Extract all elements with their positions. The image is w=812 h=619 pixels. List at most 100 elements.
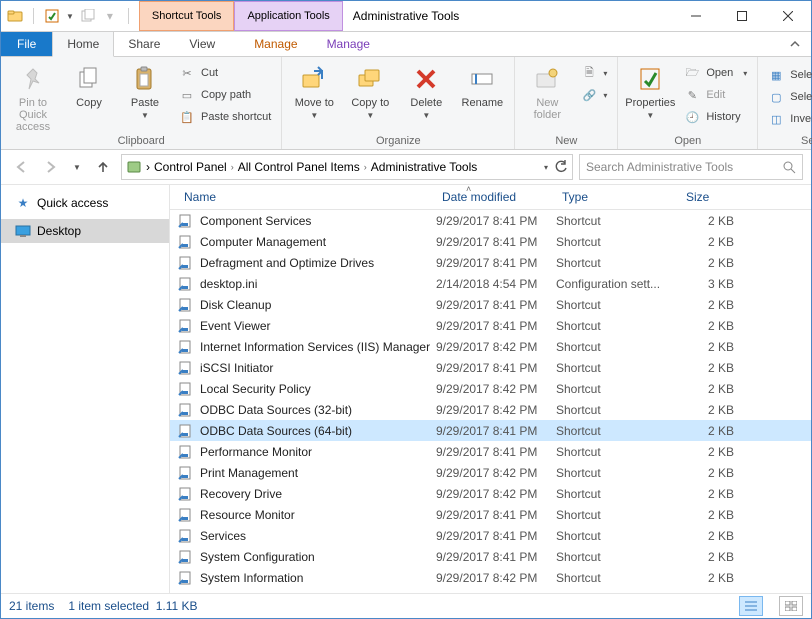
file-size: 2 KB xyxy=(680,424,750,438)
chevron-down-icon: ▼ xyxy=(422,111,430,120)
file-row[interactable]: Defragment and Optimize Drives9/29/2017 … xyxy=(170,252,811,273)
column-header-name[interactable]: Name xyxy=(178,190,436,204)
tab-manage-application[interactable]: Manage xyxy=(313,32,385,56)
properties-qat-icon[interactable] xyxy=(44,8,60,24)
select-none-button[interactable]: ▢Select none xyxy=(764,87,812,107)
paste-button[interactable]: Paste ▼ xyxy=(119,59,171,120)
file-row[interactable]: System Configuration9/29/2017 8:41 PMSho… xyxy=(170,546,811,567)
search-input[interactable]: Search Administrative Tools xyxy=(579,154,803,180)
close-button[interactable] xyxy=(765,1,811,31)
file-row[interactable]: Computer Management9/29/2017 8:41 PMShor… xyxy=(170,231,811,252)
file-row[interactable]: Services9/29/2017 8:41 PMShortcut2 KB xyxy=(170,525,811,546)
column-header-type[interactable]: Type xyxy=(556,190,680,204)
file-size: 2 KB xyxy=(680,466,750,480)
column-headers: Name ˄ Date modified Type Size xyxy=(170,185,811,210)
copy-path-icon: ▭ xyxy=(179,87,195,103)
ribbon-group-select: ▦Select all ▢Select none ◫Invert selecti… xyxy=(758,57,812,149)
copy-path-button[interactable]: ▭Copy path xyxy=(175,85,275,105)
tab-file[interactable]: File xyxy=(1,32,52,56)
file-name: Resource Monitor xyxy=(200,508,436,522)
file-row[interactable]: Local Security Policy9/29/2017 8:42 PMSh… xyxy=(170,378,811,399)
file-type: Shortcut xyxy=(556,529,680,543)
breadcrumb-segment[interactable]: Administrative Tools xyxy=(371,160,478,174)
file-size: 3 KB xyxy=(680,277,750,291)
new-item-button[interactable]: 🗎▾ xyxy=(577,63,611,83)
redo-qat-icon[interactable]: ▾ xyxy=(102,8,118,24)
file-row[interactable]: Performance Monitor9/29/2017 8:41 PMShor… xyxy=(170,441,811,462)
file-row[interactable]: Recovery Drive9/29/2017 8:42 PMShortcut2… xyxy=(170,483,811,504)
recent-locations-button[interactable]: ▼ xyxy=(69,155,85,179)
qat-dropdown-icon[interactable]: ▼ xyxy=(66,12,74,21)
file-row[interactable]: Event Viewer9/29/2017 8:41 PMShortcut2 K… xyxy=(170,315,811,336)
easy-access-icon: 🔗 xyxy=(581,87,597,103)
move-to-button[interactable]: Move to ▼ xyxy=(288,59,340,120)
file-row[interactable]: iSCSI Initiator9/29/2017 8:41 PMShortcut… xyxy=(170,357,811,378)
address-dropdown-icon[interactable]: ▾ xyxy=(544,163,548,172)
invert-selection-icon: ◫ xyxy=(768,111,784,127)
undo-qat-icon[interactable] xyxy=(80,8,96,24)
easy-access-button[interactable]: 🔗▾ xyxy=(577,85,611,105)
select-all-button[interactable]: ▦Select all xyxy=(764,65,812,85)
open-button[interactable]: 🗁Open▾ xyxy=(680,63,751,83)
cut-button[interactable]: ✂Cut xyxy=(175,63,275,83)
minimize-button[interactable] xyxy=(673,1,719,31)
copy-to-button[interactable]: Copy to ▼ xyxy=(344,59,396,120)
file-row[interactable]: Disk Cleanup9/29/2017 8:41 PMShortcut2 K… xyxy=(170,294,811,315)
nav-desktop[interactable]: Desktop xyxy=(1,219,169,243)
details-view-button[interactable] xyxy=(739,596,763,616)
window-controls xyxy=(673,1,811,31)
context-tab-application-tools[interactable]: Application Tools xyxy=(234,1,342,31)
file-row[interactable]: desktop.ini2/14/2018 4:54 PMConfiguratio… xyxy=(170,273,811,294)
file-name: Recovery Drive xyxy=(200,487,436,501)
file-rows[interactable]: Component Services9/29/2017 8:41 PMShort… xyxy=(170,210,811,593)
collapse-ribbon-button[interactable] xyxy=(779,32,811,56)
back-button[interactable] xyxy=(9,155,33,179)
forward-button[interactable] xyxy=(39,155,63,179)
file-size: 2 KB xyxy=(680,550,750,564)
column-header-size[interactable]: Size xyxy=(680,190,750,204)
edit-button[interactable]: ✎Edit xyxy=(680,85,751,105)
rename-button[interactable]: Rename xyxy=(456,59,508,109)
file-name: Services xyxy=(200,529,436,543)
nav-quick-access[interactable]: ★ Quick access xyxy=(1,191,169,215)
tab-manage-shortcut[interactable]: Manage xyxy=(240,32,312,56)
address-bar[interactable]: › Control Panel› All Control Panel Items… xyxy=(121,154,573,180)
properties-button[interactable]: Properties ▼ xyxy=(624,59,676,120)
breadcrumb-segment[interactable]: Control Panel› xyxy=(154,160,234,174)
file-size: 2 KB xyxy=(680,235,750,249)
maximize-button[interactable] xyxy=(719,1,765,31)
tab-view[interactable]: View xyxy=(175,32,230,56)
context-tab-shortcut-tools[interactable]: Shortcut Tools xyxy=(139,1,235,31)
file-row[interactable]: Print Management9/29/2017 8:42 PMShortcu… xyxy=(170,462,811,483)
column-header-date[interactable]: Date modified xyxy=(436,190,556,204)
file-size: 2 KB xyxy=(680,340,750,354)
tab-home[interactable]: Home xyxy=(52,32,114,57)
file-name: desktop.ini xyxy=(200,277,436,291)
paste-shortcut-button[interactable]: 📋Paste shortcut xyxy=(175,107,275,127)
breadcrumb-segment[interactable]: All Control Panel Items› xyxy=(238,160,367,174)
file-name: System Configuration xyxy=(200,550,436,564)
new-folder-button[interactable]: New folder xyxy=(521,59,573,121)
file-date: 9/29/2017 8:41 PM xyxy=(436,256,556,270)
file-row[interactable]: ODBC Data Sources (32-bit)9/29/2017 8:42… xyxy=(170,399,811,420)
file-row[interactable]: Resource Monitor9/29/2017 8:41 PMShortcu… xyxy=(170,504,811,525)
file-icon xyxy=(178,213,194,229)
up-button[interactable] xyxy=(91,155,115,179)
folder-icon xyxy=(7,8,23,24)
file-row[interactable]: System Information9/29/2017 8:42 PMShort… xyxy=(170,567,811,588)
thumbnails-view-button[interactable] xyxy=(779,596,803,616)
chevron-right-icon[interactable]: › xyxy=(146,160,150,174)
delete-button[interactable]: Delete ▼ xyxy=(400,59,452,120)
copy-button[interactable]: Copy xyxy=(63,59,115,109)
file-row[interactable]: ODBC Data Sources (64-bit)9/29/2017 8:41… xyxy=(170,420,811,441)
pin-to-quick-access-button[interactable]: Pin to Quick access xyxy=(7,59,59,133)
invert-selection-button[interactable]: ◫Invert selection xyxy=(764,109,812,129)
ribbon-group-organize: Move to ▼ Copy to ▼ Delete ▼ Rename xyxy=(282,57,515,149)
file-size: 2 KB xyxy=(680,298,750,312)
refresh-button[interactable] xyxy=(554,160,568,174)
file-row[interactable]: Internet Information Services (IIS) Mana… xyxy=(170,336,811,357)
file-row[interactable]: Component Services9/29/2017 8:41 PMShort… xyxy=(170,210,811,231)
file-type: Shortcut xyxy=(556,466,680,480)
tab-share[interactable]: Share xyxy=(114,32,175,56)
history-button[interactable]: 🕘History xyxy=(680,107,751,127)
